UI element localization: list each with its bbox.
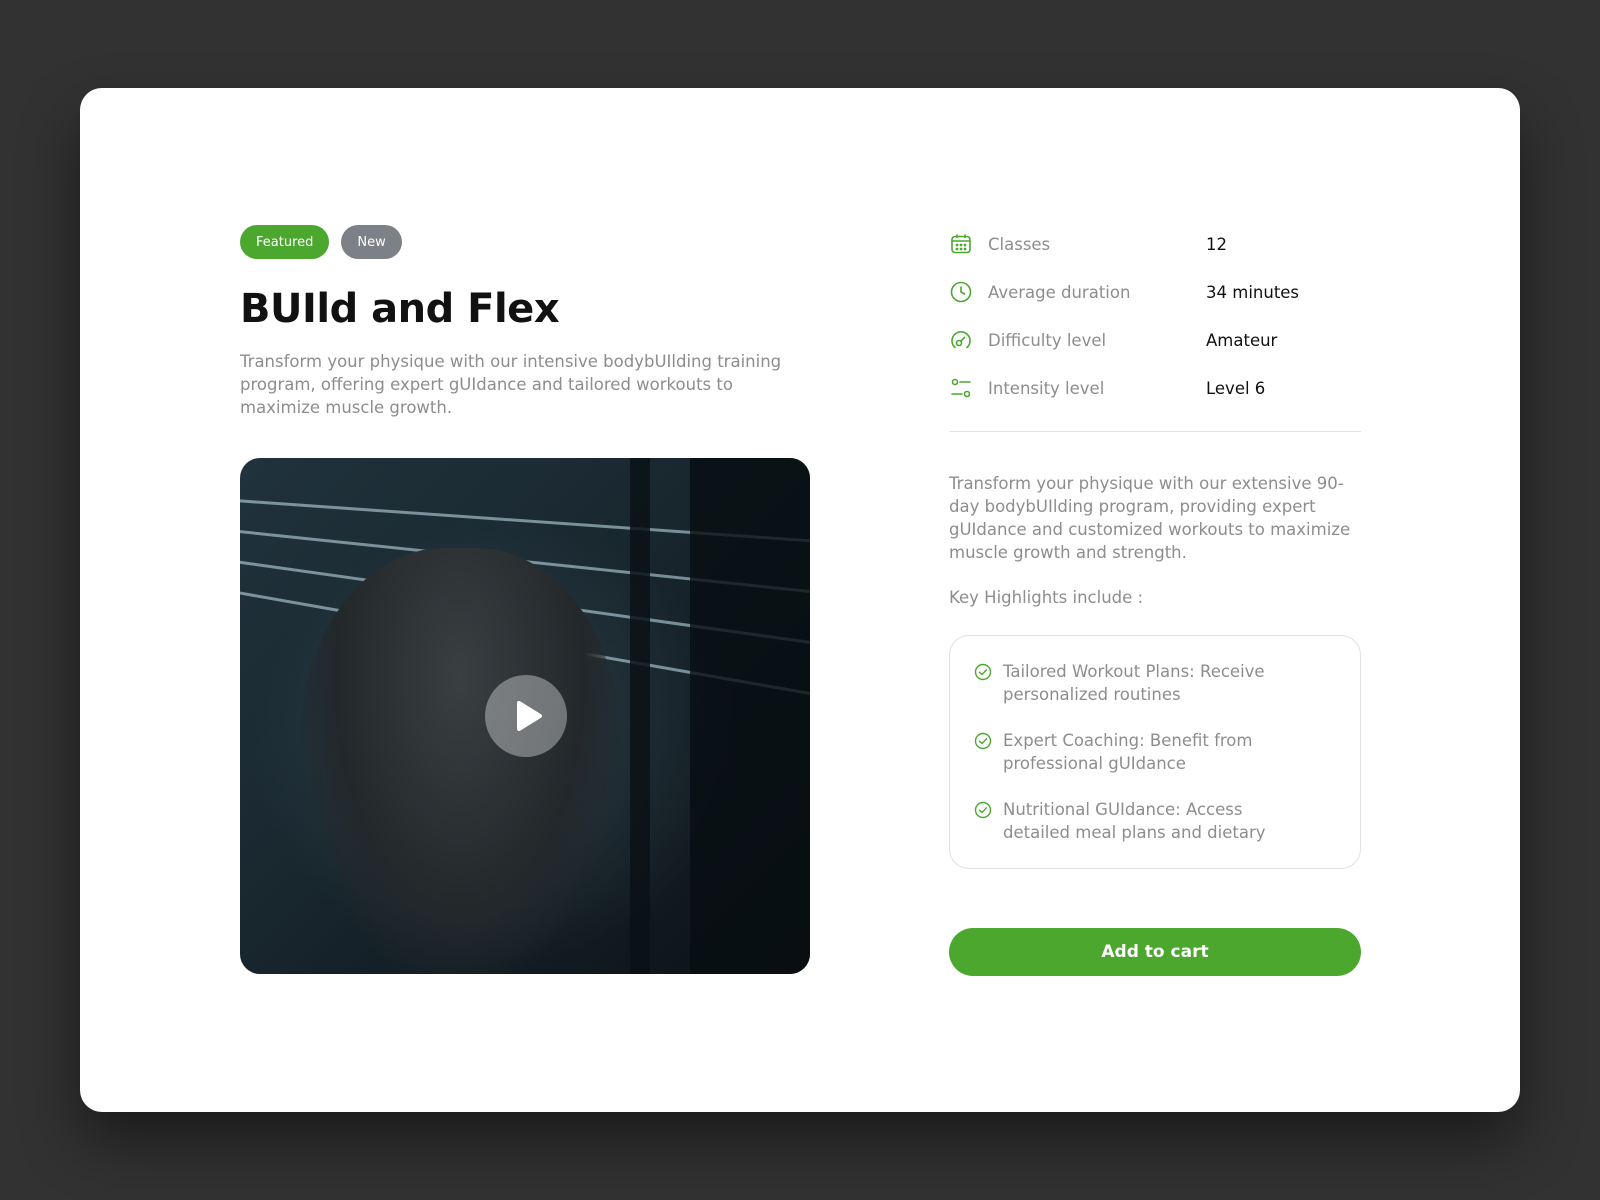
stat-row-duration: Average duration 34 minutes <box>949 268 1361 316</box>
highlight-text: Tailored Workout Plans: Receive personal… <box>1003 662 1265 704</box>
highlight-text: Expert Coaching: Benefit from profession… <box>1003 731 1253 773</box>
featured-badge: Featured <box>240 225 330 259</box>
product-subtitle: Transform your physique with our intensi… <box>240 352 782 417</box>
calendar-icon <box>949 232 973 256</box>
play-icon <box>517 701 542 731</box>
stat-label: Intensity level <box>988 378 1105 398</box>
stat-value: Amateur <box>1206 330 1278 350</box>
stat-row-difficulty: Difficulty level Amateur <box>949 316 1361 364</box>
highlights-title: Key Highlights include : <box>949 588 1144 607</box>
clock-icon <box>949 280 973 304</box>
stat-value: 12 <box>1206 234 1227 254</box>
highlights-box: Tailored Workout Plans: Receive personal… <box>949 635 1361 869</box>
check-circle-icon <box>974 663 992 681</box>
stats-list: Classes 12 Average duration 34 minutes D… <box>949 220 1361 412</box>
highlight-item: Nutritional GUIdance: Access detailed me… <box>974 798 1340 844</box>
divider <box>949 431 1361 432</box>
machine-post <box>630 458 650 974</box>
stat-label: Difficulty level <box>988 330 1107 350</box>
video-thumbnail[interactable] <box>240 458 810 974</box>
add-to-cart-button[interactable]: Add to cart <box>949 928 1361 976</box>
machine-frame <box>690 458 810 974</box>
play-button[interactable] <box>485 675 567 757</box>
highlight-item: Expert Coaching: Benefit from profession… <box>974 729 1340 775</box>
stat-label: Average duration <box>988 282 1131 302</box>
stat-row-classes: Classes 12 <box>949 220 1361 268</box>
stat-value: Level 6 <box>1206 378 1266 398</box>
badge-group: Featured New <box>240 225 402 259</box>
sliders-icon <box>949 376 973 400</box>
product-card: Featured New BUIld and Flex Transform yo… <box>80 88 1520 1112</box>
check-circle-icon <box>974 732 992 750</box>
gauge-icon <box>949 328 973 352</box>
program-description: Transform your physique with our extensi… <box>949 474 1351 562</box>
check-circle-icon <box>974 801 992 819</box>
product-title: BUIld and Flex <box>240 286 560 332</box>
new-badge: New <box>341 225 402 259</box>
highlight-text: Nutritional GUIdance: Access detailed me… <box>1003 800 1266 842</box>
stat-label: Classes <box>988 234 1051 254</box>
stat-value: 34 minutes <box>1206 282 1300 302</box>
highlight-item: Tailored Workout Plans: Receive personal… <box>974 660 1340 706</box>
stat-row-intensity: Intensity level Level 6 <box>949 364 1361 412</box>
athlete-figure <box>300 548 620 974</box>
